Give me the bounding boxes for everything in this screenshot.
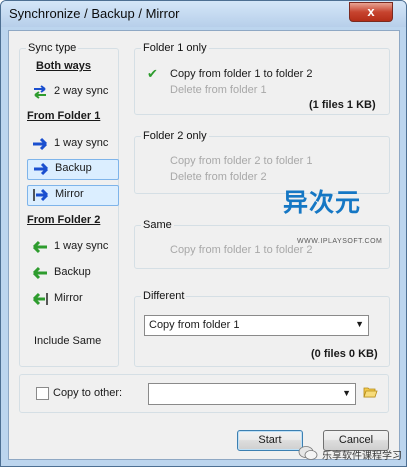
sidebar-item-label: Backup — [54, 266, 91, 278]
check-icon: ✔ — [147, 66, 158, 81]
chevron-down-icon: ▼ — [355, 319, 364, 329]
brand-text: 乐享软件课程学习 — [322, 451, 402, 462]
folder1-only-stats: (1 files 1 KB) — [309, 99, 376, 111]
delete-from-folder1-option[interactable]: Delete from folder 1 — [170, 84, 267, 96]
different-action-value: Copy from folder 1 — [149, 319, 240, 331]
from-folder1-heading[interactable]: From Folder 1 — [27, 110, 100, 122]
window-title: Synchronize / Backup / Mirror — [9, 6, 180, 21]
folder1-only-title: Folder 1 only — [141, 42, 209, 54]
sidebar-item-folder1-1-way-sync[interactable]: 1 way sync — [27, 134, 119, 155]
different-title: Different — [141, 290, 187, 302]
title-bar: Synchronize / Backup / Mirror x — [1, 1, 406, 27]
right-arrow-icon — [33, 137, 48, 151]
folder1-only-group: Folder 1 only ✔ Copy from folder 1 to fo… — [134, 42, 390, 115]
include-same-option[interactable]: Include Same — [34, 335, 101, 347]
different-action-select[interactable]: Copy from folder 1 ▼ — [144, 315, 369, 336]
sidebar-item-folder2-mirror[interactable]: Mirror — [27, 289, 119, 310]
sidebar-item-2-way-sync[interactable]: 2 way sync — [27, 82, 119, 103]
brand-overlay: 乐享软件课程学习 — [298, 445, 406, 462]
sync-type-panel: Sync type Both ways 2 way sync From Fold… — [19, 42, 119, 367]
left-arrow-icon — [32, 240, 47, 254]
copy-to-other-label[interactable]: Copy to other: — [53, 387, 122, 399]
dialog-body: Sync type Both ways 2 way sync From Fold… — [8, 30, 402, 462]
app-window: Synchronize / Backup / Mirror x Sync typ… — [0, 0, 407, 467]
sidebar-item-folder2-backup[interactable]: Backup — [27, 263, 119, 284]
folder2-only-title: Folder 2 only — [141, 130, 209, 142]
different-stats: (0 files 0 KB) — [311, 348, 378, 360]
right-arrow-icon — [34, 162, 49, 176]
sidebar-item-label: Backup — [55, 162, 92, 174]
watermark-logo: 异次元 WWW.IPLAYSOFT.COM — [283, 183, 389, 249]
from-folder2-heading[interactable]: From Folder 2 — [27, 214, 100, 226]
start-button[interactable]: Start — [237, 430, 303, 451]
copy-to-other-path-combo[interactable]: ▼ — [148, 383, 356, 405]
sidebar-item-label: 1 way sync — [54, 240, 109, 252]
sidebar-item-folder1-backup[interactable]: Backup — [27, 159, 119, 180]
two-way-arrows-icon — [34, 85, 46, 99]
copy-to-other-group: Copy to other: ▼ — [19, 374, 389, 413]
mirror-left-icon — [32, 292, 48, 306]
watermark-subtext: WWW.IPLAYSOFT.COM — [297, 238, 383, 245]
open-folder-icon[interactable] — [363, 385, 378, 399]
copy-folder1-to-folder2-option[interactable]: Copy from folder 1 to folder 2 — [170, 68, 312, 80]
same-title: Same — [141, 219, 174, 231]
close-button[interactable]: x — [349, 2, 393, 22]
sidebar-item-label: 1 way sync — [54, 137, 109, 149]
sync-type-label: Sync type — [26, 42, 79, 54]
left-arrow-icon — [32, 266, 47, 280]
mirror-right-icon — [33, 188, 49, 202]
watermark-text: 异次元 — [283, 189, 362, 217]
sidebar-item-label: Mirror — [55, 188, 84, 200]
both-ways-heading[interactable]: Both ways — [36, 60, 91, 72]
sidebar-item-label: 2 way sync — [54, 85, 109, 97]
copy-folder2-to-folder1-option[interactable]: Copy from folder 2 to folder 1 — [170, 155, 312, 167]
chat-bubble-icon — [298, 446, 318, 460]
chevron-down-icon[interactable]: ▼ — [342, 388, 351, 398]
sidebar-item-folder1-mirror[interactable]: Mirror — [27, 185, 119, 206]
sidebar-item-label: Mirror — [54, 292, 83, 304]
sidebar-item-folder2-1-way-sync[interactable]: 1 way sync — [27, 237, 119, 258]
delete-from-folder2-option[interactable]: Delete from folder 2 — [170, 171, 267, 183]
copy-to-other-checkbox[interactable] — [36, 387, 49, 400]
different-group: Different Copy from folder 1 ▼ (0 files … — [134, 290, 390, 367]
